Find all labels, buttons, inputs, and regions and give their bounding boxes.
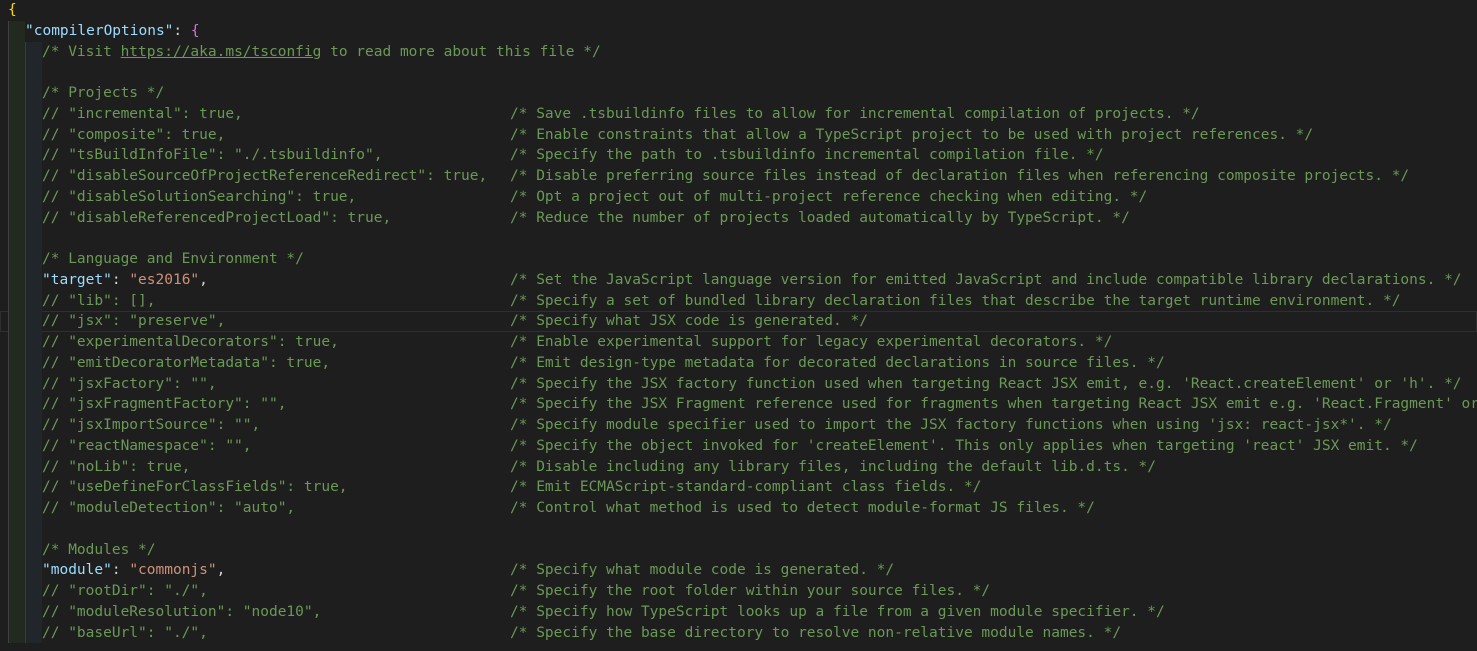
code-line[interactable]: // "moduleResolution": "node10", /* Speci…	[0, 601, 1477, 623]
code-line[interactable]: // "incremental": true, /* Save .tsbuildi…	[0, 103, 1477, 125]
commented-option: // "noLib": true,	[42, 458, 191, 475]
commented-option: // "jsxFragmentFactory": "",	[42, 396, 287, 413]
module-description: /* Specify what module code is generated…	[510, 562, 895, 579]
option-description: /* Disable preferring source files inste…	[510, 168, 1410, 184]
target-key: "target"	[42, 271, 112, 288]
commented-option: // "jsx": "preserve",	[42, 313, 226, 330]
compiler-options-brace: {	[190, 22, 200, 39]
commented-option: // "moduleResolution": "node10",	[42, 603, 322, 620]
code-line[interactable]	[0, 62, 1477, 83]
code-line[interactable]: // "tsBuildInfoFile": "./.tsbuildinfo", /…	[0, 145, 1477, 166]
code-line[interactable]: {	[0, 0, 1477, 21]
code-line[interactable]: /* Projects */	[0, 83, 1477, 104]
option-description: /* Enable experimental support for legac…	[510, 334, 1113, 350]
code-line[interactable]: // "jsxFactory": "", /* Specify the JSX f…	[0, 373, 1477, 395]
compiler-options-key: "compilerOptions"	[25, 22, 174, 39]
code-line[interactable]: // "composite": true, /* Enable constrain…	[0, 124, 1477, 146]
code-line[interactable]	[0, 228, 1477, 249]
option-description: /* Specify the root folder within your s…	[510, 583, 991, 599]
code-line[interactable]: // "baseUrl": "./", /* Specify the base d…	[0, 622, 1477, 644]
option-description: /* Specify a set of bundled library decl…	[510, 292, 1401, 309]
commented-option: // "lib": [],	[42, 292, 156, 309]
section-comment-modules: /* Modules */	[42, 541, 156, 558]
commented-option: // "incremental": true,	[42, 105, 243, 122]
option-description: /* Specify the JSX factory function used…	[510, 375, 1462, 392]
commented-option: // "composite": true,	[42, 126, 226, 143]
commented-option: // "jsxFactory": "",	[42, 375, 217, 392]
option-description: /* Opt a project out of multi-project re…	[510, 188, 1148, 205]
target-value: "es2016"	[129, 271, 200, 288]
code-line[interactable]: "compilerOptions": {	[0, 20, 1477, 42]
option-description: /* Emit ECMAScript-standard-compliant cl…	[510, 479, 982, 496]
commented-option: // "useDefineForClassFields": true,	[42, 479, 348, 496]
code-line[interactable]: // "jsx": "preserve", /* Specify what JSX…	[0, 311, 1477, 332]
option-description: /* Enable constraints that allow a TypeS…	[510, 126, 1314, 143]
tsconfig-docs-link[interactable]: https://aka.ms/tsconfig	[121, 44, 322, 60]
commented-option: // "disableSolutionSearching": true,	[42, 188, 357, 205]
code-line[interactable]: "module": "commonjs", /* Specify what mo…	[0, 560, 1477, 581]
code-line[interactable]: // "disableSolutionSearching": true, /* O…	[0, 186, 1477, 208]
commented-option: // "experimentalDecorators": true,	[42, 334, 339, 350]
option-description: /* Control what method is used to detect…	[510, 500, 1095, 516]
option-description: /* Specify the JSX Fragment reference us…	[510, 396, 1477, 413]
code-line[interactable]: // "disableReferencedProjectLoad": true,…	[0, 207, 1477, 229]
code-line[interactable]: // "noLib": true, /* Disable including an…	[0, 456, 1477, 478]
code-editor[interactable]: { "compilerOptions": { /* Visit https://…	[0, 0, 1477, 651]
code-line[interactable]: // "useDefineForClassFields": true, /* Em…	[0, 477, 1477, 498]
option-description: /* Specify how TypeScript looks up a fil…	[510, 603, 1165, 620]
option-description: /* Specify the object invoked for 'creat…	[510, 437, 1418, 454]
open-brace: {	[8, 2, 17, 18]
option-description: /* Disable including any library files, …	[510, 458, 1157, 475]
commented-option: // "baseUrl": "./",	[42, 624, 208, 641]
commented-option: // "jsxImportSource": "",	[42, 417, 261, 433]
commented-option: // "moduleDetection": "auto",	[42, 500, 296, 516]
code-line[interactable]: /* Modules */	[0, 539, 1477, 561]
commented-option: // "disableReferencedProjectLoad": true,	[42, 209, 392, 226]
code-line[interactable]: // "emitDecoratorMetadata": true, /* Emit…	[0, 352, 1477, 374]
code-line[interactable]: // "rootDir": "./", /* Specify the root f…	[0, 581, 1477, 602]
option-description: /* Specify the base directory to resolve…	[510, 624, 1122, 641]
commented-option: // "tsBuildInfoFile": "./.tsbuildinfo",	[42, 147, 383, 164]
code-line[interactable]: // "jsxImportSource": "", /* Specify modu…	[0, 415, 1477, 436]
commented-option: // "reactNamespace": "",	[42, 437, 252, 454]
code-line[interactable]: "target": "es2016", /* Set the JavaScrip…	[0, 269, 1477, 291]
option-description: /* Save .tsbuildinfo files to allow for …	[510, 105, 1200, 122]
option-description: /* Reduce the number of projects loaded …	[510, 209, 1130, 226]
commented-option: // "emitDecoratorMetadata": true,	[42, 354, 331, 371]
code-line[interactable]: /* Language and Environment */	[0, 249, 1477, 270]
module-key: "module"	[42, 562, 112, 579]
code-line[interactable]: // "lib": [], /* Specify a set of bundled…	[0, 290, 1477, 312]
module-value: "commonjs"	[129, 562, 217, 579]
option-description: /* Specify module specifier used to impo…	[510, 417, 1392, 433]
section-comment-language: /* Language and Environment */	[42, 251, 304, 267]
section-comment-projects: /* Projects */	[42, 85, 165, 101]
code-line[interactable]	[0, 518, 1477, 540]
code-line[interactable]: // "reactNamespace": "", /* Specify the o…	[0, 435, 1477, 457]
commented-option: // "rootDir": "./",	[42, 583, 208, 599]
option-description: /* Emit design-type metadata for decorat…	[510, 354, 1165, 371]
code-line[interactable]: /* Visit https://aka.ms/tsconfig to read…	[0, 41, 1477, 63]
commented-option: // "disableSourceOfProjectReferenceRedir…	[42, 168, 488, 184]
code-line[interactable]: // "jsxFragmentFactory": "", /* Specify t…	[0, 394, 1477, 415]
option-description: /* Specify the path to .tsbuildinfo incr…	[510, 147, 1104, 164]
code-line[interactable]: // "disableSourceOfProjectReferenceRedir…	[0, 166, 1477, 187]
code-line[interactable]: // "experimentalDecorators": true, /* Ena…	[0, 332, 1477, 353]
option-description: /* Specify what JSX code is generated. *…	[510, 313, 868, 330]
target-description: /* Set the JavaScript language version f…	[510, 271, 1462, 288]
code-line[interactable]: // "moduleDetection": "auto", /* Control …	[0, 498, 1477, 519]
